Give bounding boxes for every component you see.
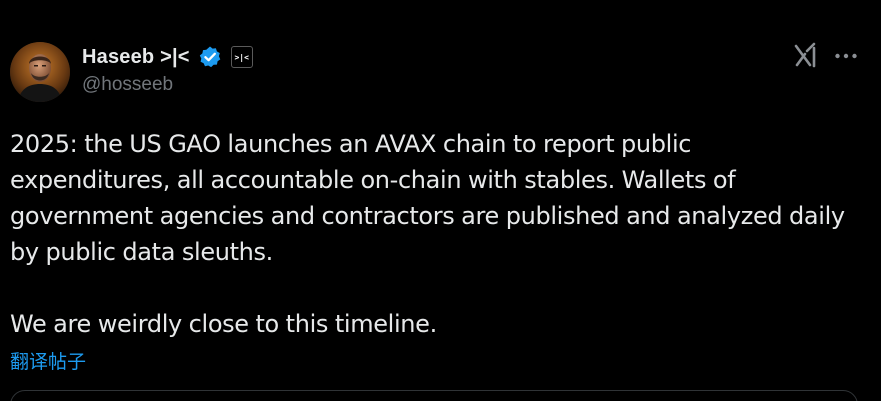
affiliation-badge-icon[interactable]: >|< [230, 46, 253, 68]
embedded-card[interactable] [10, 390, 858, 401]
more-options-icon[interactable] [832, 44, 860, 68]
author-handle[interactable]: @hosseeb [82, 74, 253, 96]
avatar-image [10, 42, 70, 102]
verified-badge-icon[interactable] [198, 45, 222, 69]
translate-post-link[interactable]: 翻译帖子 [10, 347, 86, 374]
tweet-line: expenditures, all accountable on-chain w… [10, 166, 736, 194]
name-row: Haseeb >|< >|< [82, 42, 253, 72]
tweet-text: 2025: the US GAO launches an AVAX chain … [10, 126, 870, 342]
tweet-line: We are weirdly close to this timeline. [10, 310, 437, 338]
tweet-line: 2025: the US GAO launches an AVAX chain … [10, 130, 692, 158]
grok-icon[interactable] [791, 40, 821, 70]
avatar[interactable] [10, 42, 70, 102]
author-display-name[interactable]: Haseeb >|< [82, 46, 190, 69]
author-header: Haseeb >|< >|< @hosseeb [82, 42, 253, 96]
tweet-line: by public data sleuths. [10, 238, 273, 266]
tweet-line: government agencies and contractors are … [10, 202, 845, 230]
